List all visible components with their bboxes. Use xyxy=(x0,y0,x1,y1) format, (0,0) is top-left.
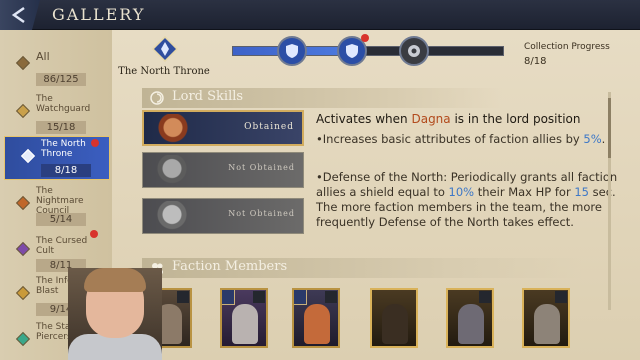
class-icon xyxy=(325,291,337,303)
lord-card-status: Not Obtained xyxy=(228,163,295,172)
member-portrait xyxy=(382,304,408,344)
lord-skills-header: Lord Skills xyxy=(142,88,502,108)
page-title: GALLERY xyxy=(52,5,146,24)
notification-dot xyxy=(91,139,99,147)
sidebar-item-count: 8/18 xyxy=(41,164,91,177)
activation-prefix: Activates when xyxy=(316,112,412,126)
member-card[interactable] xyxy=(292,288,340,348)
sidebar-item-nightmare-council[interactable]: The Nightmare Council 5/14 xyxy=(0,184,104,228)
back-arrow-icon xyxy=(11,6,25,24)
class-icon xyxy=(253,291,265,303)
nightmare-council-emblem-icon xyxy=(15,195,31,211)
faction-name: The North Throne xyxy=(118,66,210,77)
bullet-value: 15 xyxy=(574,185,589,199)
notification-dot xyxy=(90,230,98,238)
class-icon xyxy=(555,291,567,303)
notification-dot xyxy=(361,34,369,42)
member-portrait xyxy=(232,304,258,344)
sidebar-item-label: The Nightmare Council xyxy=(36,186,84,216)
collection-progress-value: 8/18 xyxy=(524,56,547,67)
scrollbar[interactable] xyxy=(608,92,611,310)
sidebar-item-count: 86/125 xyxy=(36,73,86,86)
sidebar-item-count: 5/14 xyxy=(36,213,86,226)
star-piercers-emblem-icon xyxy=(15,331,31,347)
diamond-icon xyxy=(15,55,31,71)
activation-suffix: is in the lord position xyxy=(450,112,581,126)
sidebar-item-watchguard[interactable]: The Watchguard 15/18 xyxy=(0,92,104,136)
skill-bullet-1: •Increases basic attributes of faction a… xyxy=(316,132,626,147)
back-button[interactable] xyxy=(0,0,40,30)
faction-badge-icon xyxy=(294,290,307,305)
inferno-blast-emblem-icon xyxy=(15,285,31,301)
sidebar-item-all[interactable]: All 86/125 xyxy=(0,44,104,88)
lord-portrait xyxy=(150,114,196,144)
webcam-overlay xyxy=(68,268,162,360)
sidebar-item-label: The Watchguard xyxy=(36,94,91,114)
sidebar-item-north-throne[interactable]: The North Throne 8/18 xyxy=(4,136,110,180)
sidebar-item-label: The Cursed Cult xyxy=(36,236,88,256)
collection-progress-bar xyxy=(232,34,504,66)
bullet-value: 10% xyxy=(448,185,475,199)
watchguard-emblem-icon xyxy=(15,103,31,119)
member-card[interactable] xyxy=(446,288,494,348)
scrollbar-thumb[interactable] xyxy=(608,98,611,158)
faction-badge-icon xyxy=(222,290,235,305)
lord-portrait xyxy=(149,155,195,185)
faction-detail-panel: The North Throne Collection Progress 8/1… xyxy=(112,30,640,360)
member-portrait xyxy=(458,304,484,344)
north-throne-emblem-icon xyxy=(152,36,178,62)
lord-card-status: Not Obtained xyxy=(228,209,295,218)
bullet-text: •Increases basic attributes of faction a… xyxy=(316,132,584,146)
bullet-value: 5% xyxy=(583,132,602,146)
faction-members-title: Faction Members xyxy=(172,259,288,274)
collection-progress-label: Collection Progress xyxy=(524,42,610,52)
lord-card-3[interactable]: Not Obtained xyxy=(142,198,304,234)
lord-portrait xyxy=(149,201,195,231)
north-throne-emblem-icon xyxy=(20,148,36,164)
skill-bullet-2: •Defense of the North: Periodically gran… xyxy=(316,170,626,230)
top-bar: GALLERY xyxy=(0,0,640,30)
reward-milestone-3[interactable] xyxy=(399,36,429,66)
cursed-cult-emblem-icon xyxy=(15,241,31,257)
class-icon xyxy=(479,291,491,303)
member-card[interactable] xyxy=(370,288,418,348)
webcam-hair xyxy=(84,268,146,292)
swirl-icon xyxy=(150,91,164,105)
class-icon xyxy=(177,291,189,303)
lord-card-status: Obtained xyxy=(244,122,294,132)
gear-shield-icon xyxy=(408,45,420,57)
member-card[interactable] xyxy=(220,288,268,348)
shield-icon xyxy=(346,44,358,58)
reward-milestone-1[interactable] xyxy=(277,36,307,66)
bullet-text: their Max HP for xyxy=(474,185,575,199)
member-portrait xyxy=(534,304,560,344)
lord-card-dagna[interactable]: Obtained xyxy=(142,110,304,146)
lord-card-2[interactable]: Not Obtained xyxy=(142,152,304,188)
lord-name: Dagna xyxy=(411,112,451,126)
shield-icon xyxy=(286,44,298,58)
member-card[interactable] xyxy=(522,288,570,348)
faction-members-header: Faction Members xyxy=(142,258,582,278)
reward-milestone-2[interactable] xyxy=(337,34,369,66)
sidebar-item-count: 15/18 xyxy=(36,121,86,134)
bullet-text: . xyxy=(601,132,606,146)
lord-skill-activation-text: Activates when Dagna is in the lord posi… xyxy=(316,112,580,126)
lord-skills-title: Lord Skills xyxy=(172,89,244,104)
sidebar-item-label: All xyxy=(36,50,50,63)
member-portrait xyxy=(304,304,330,344)
